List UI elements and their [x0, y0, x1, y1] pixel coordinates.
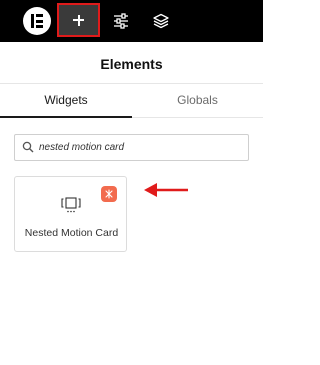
editor-topbar [0, 0, 263, 42]
panel-title: Elements [100, 56, 163, 72]
elementor-logo-icon[interactable] [23, 7, 51, 35]
widget-label: Nested Motion Card [24, 227, 119, 239]
layers-icon[interactable] [153, 13, 169, 29]
add-element-button[interactable] [57, 3, 100, 37]
red-arrow-icon [144, 183, 188, 197]
pro-badge-icon [101, 186, 117, 202]
tab-globals[interactable]: Globals [132, 84, 263, 118]
widget-nested-motion-card[interactable]: Nested Motion Card [14, 176, 127, 252]
search-box [14, 134, 249, 161]
search-input[interactable] [39, 139, 239, 156]
search-icon [22, 141, 34, 153]
sliders-icon[interactable] [113, 13, 129, 29]
nested-motion-card-icon [61, 197, 81, 213]
panel-tabs: Widgets Globals [0, 84, 263, 118]
tab-widgets[interactable]: Widgets [0, 84, 132, 118]
